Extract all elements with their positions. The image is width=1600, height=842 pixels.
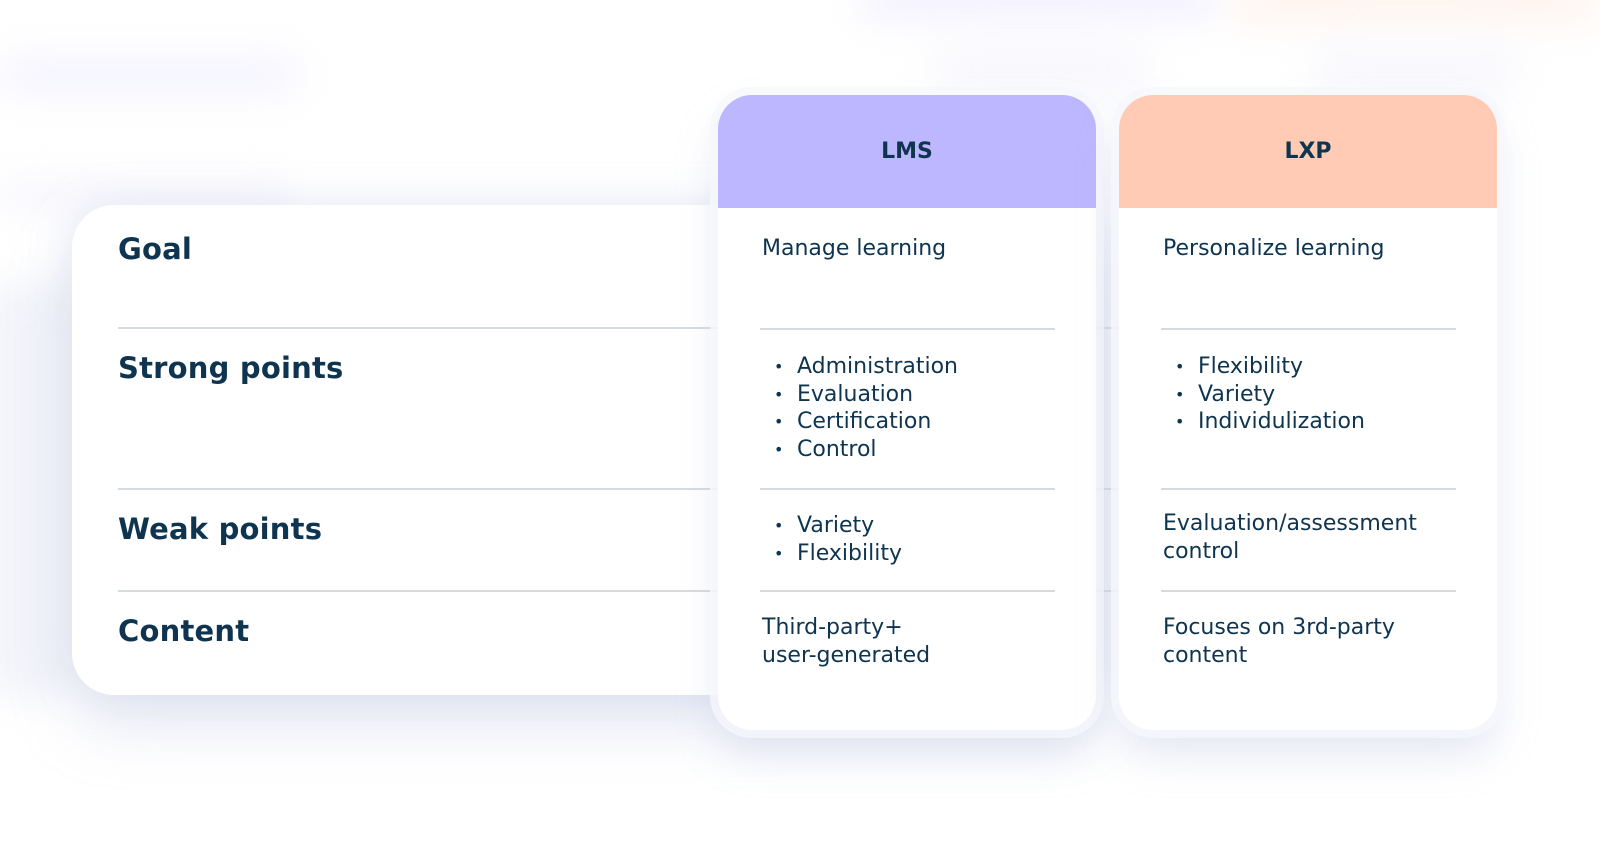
list-item: Flexibility [762, 540, 1066, 568]
lxp-content-cell: Focuses on 3rd-party content [1163, 614, 1467, 669]
lms-strong-points-cell: Administration Evaluation Certification … [762, 353, 1066, 463]
lxp-weak-points-cell: Evaluation/assessment control [1163, 510, 1467, 565]
lxp-weak-points-line: control [1163, 538, 1240, 564]
lxp-column-header: LXP [1119, 95, 1497, 208]
lxp-content-line: Focuses on 3rd-party [1163, 615, 1395, 640]
list-item: Flexibility [1163, 353, 1467, 381]
column-divider [1161, 590, 1456, 592]
row-label-strong-points: Strong points [118, 351, 344, 385]
list-item: Evaluation [762, 381, 1066, 409]
comparison-stage: Goal Strong points Weak points Content L… [0, 0, 1600, 842]
background-blur [1230, 0, 1600, 25]
lms-weak-points-list: Variety Flexibility [762, 512, 1066, 567]
lms-column-card: LMS Manage learning Administration Evalu… [718, 95, 1096, 730]
list-item: Certification [762, 408, 1066, 436]
lms-goal-cell: Manage learning [762, 236, 947, 261]
list-item: Variety [762, 512, 1066, 540]
lms-strong-points-list: Administration Evaluation Certification … [762, 353, 1066, 463]
lms-content-line: user-generated [762, 642, 931, 668]
lxp-goal-cell: Personalize learning [1163, 236, 1385, 261]
column-divider [1161, 488, 1456, 490]
lms-column-header: LMS [718, 95, 1096, 208]
column-divider [760, 328, 1055, 330]
lxp-column-card: LXP Personalize learning Flexibility Var… [1119, 95, 1497, 730]
column-divider [760, 590, 1055, 592]
lms-content-cell: Third-party+ user-generated [762, 614, 1066, 669]
background-blur [0, 55, 300, 95]
background-blur [0, 280, 80, 700]
lxp-weak-points-line: Evaluation/assessment [1163, 511, 1417, 536]
column-divider [1161, 328, 1456, 330]
list-item: Individulization [1163, 408, 1467, 436]
row-label-goal: Goal [118, 232, 193, 266]
row-label-content: Content [118, 614, 250, 648]
lms-weak-points-cell: Variety Flexibility [762, 512, 1066, 567]
lxp-content-line: content [1163, 642, 1248, 668]
lms-content-line: Third-party+ [762, 615, 903, 640]
background-blur [930, 40, 1150, 100]
row-label-weak-points: Weak points [118, 512, 323, 546]
list-item: Administration [762, 353, 1066, 381]
background-blur [1310, 40, 1520, 100]
lxp-strong-points-cell: Flexibility Variety Individulization [1163, 353, 1467, 436]
list-item: Control [762, 436, 1066, 464]
lxp-strong-points-list: Flexibility Variety Individulization [1163, 353, 1467, 436]
background-blur [860, 0, 1220, 20]
column-divider [760, 488, 1055, 490]
list-item: Variety [1163, 381, 1467, 409]
